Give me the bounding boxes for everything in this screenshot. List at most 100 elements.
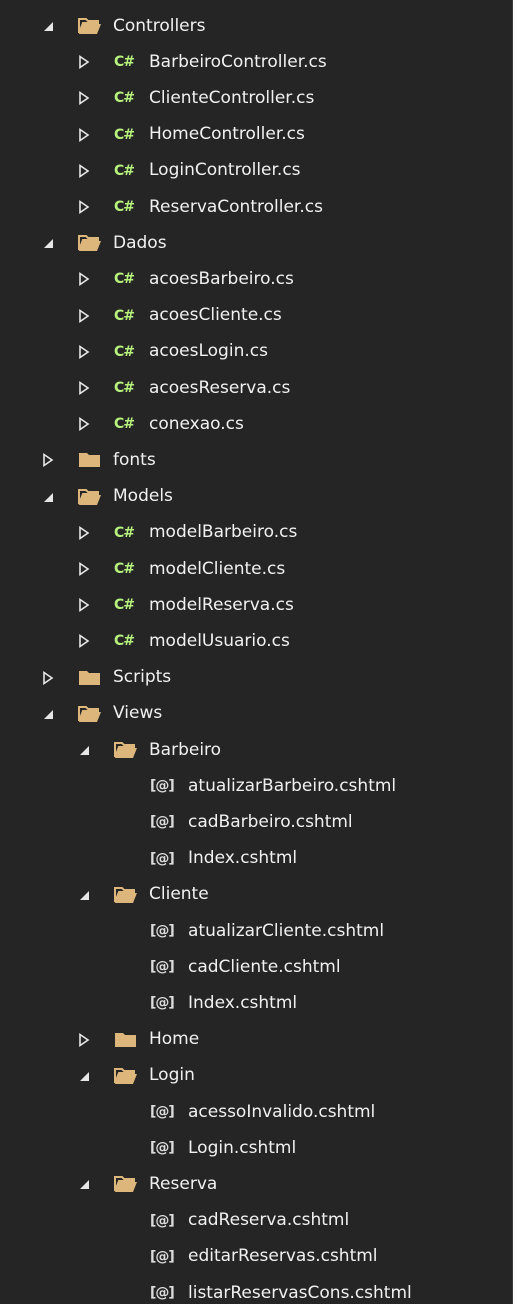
tree-item-cadreserva-cshtml[interactable]: [@] cadReserva.cshtml (0, 1203, 519, 1239)
tree-item-label: ClienteController.cs (149, 87, 315, 108)
expanded-triangle-icon[interactable] (76, 1176, 92, 1192)
collapsed-triangle-icon[interactable] (76, 271, 92, 287)
tree-item-login-cshtml[interactable]: [@] Login.cshtml (0, 1130, 519, 1166)
tree-item-acessoinvalido-cshtml[interactable]: [@] acessoInvalido.cshtml (0, 1094, 519, 1130)
collapsed-triangle-icon[interactable] (76, 127, 92, 143)
collapsed-triangle-icon[interactable] (76, 163, 92, 179)
tree-item-label: Cliente (149, 884, 209, 905)
collapsed-triangle-icon[interactable] (76, 344, 92, 360)
expanded-triangle-icon[interactable] (40, 489, 56, 505)
razor-file-icon: [@] (150, 1285, 175, 1301)
csharp-file-icon: C# (114, 343, 135, 360)
tree-item-cadbarbeiro-cshtml[interactable]: [@] cadBarbeiro.cshtml (0, 804, 519, 840)
tree-item-acoeslogin-cs[interactable]: C# acoesLogin.cs (0, 334, 519, 370)
tree-item-label: Login (149, 1065, 195, 1086)
tree-item-acoesbarbeiro-cs[interactable]: C# acoesBarbeiro.cs (0, 261, 519, 297)
expanded-triangle-icon[interactable] (40, 706, 56, 722)
tree-item-conexao-cs[interactable]: C# conexao.cs (0, 406, 519, 442)
tree-item-atualizarbarbeiro-cshtml[interactable]: [@] atualizarBarbeiro.cshtml (0, 768, 519, 804)
tree-item-controllers[interactable]: Controllers (0, 8, 519, 44)
folder-open-icon (114, 1067, 138, 1085)
razor-file-icon: [@] (150, 1248, 175, 1265)
tree-item-acoescliente-cs[interactable]: C# acoesCliente.cs (0, 298, 519, 334)
tree-item-modelreserva-cs[interactable]: C# modelReserva.cs (0, 587, 519, 623)
tree-item-label: modelBarbeiro.cs (149, 522, 298, 543)
tree-item-label: modelReserva.cs (149, 594, 294, 615)
tree-item-models[interactable]: Models (0, 479, 519, 515)
tree-item-index-cshtml[interactable]: [@] Index.cshtml (0, 841, 519, 877)
tree-item-modelcliente-cs[interactable]: C# modelCliente.cs (0, 551, 519, 587)
tree-item-cliente[interactable]: Cliente (0, 877, 519, 913)
folder-open-icon (78, 488, 102, 506)
razor-file-icon: [@] (150, 850, 175, 867)
collapsed-triangle-icon[interactable] (76, 90, 92, 106)
tree-item-home[interactable]: Home (0, 1022, 519, 1058)
tree-item-reserva[interactable]: Reserva (0, 1166, 519, 1202)
tree-item-clientecontroller-cs[interactable]: C# ClienteController.cs (0, 80, 519, 116)
tree-item-reservacontroller-cs[interactable]: C# ReservaController.cs (0, 189, 519, 225)
collapsed-triangle-icon[interactable] (76, 1032, 92, 1048)
tree-item-label: acoesCliente.cs (149, 305, 282, 326)
tree-item-label: acoesReserva.cs (149, 377, 291, 398)
csharp-file-icon: C# (114, 54, 135, 71)
tree-item-dados[interactable]: Dados (0, 225, 519, 261)
collapsed-triangle-icon[interactable] (76, 199, 92, 215)
tree-item-label: acoesBarbeiro.cs (149, 268, 294, 289)
tree-item-label: Models (113, 486, 173, 507)
tree-item-logincontroller-cs[interactable]: C# LoginController.cs (0, 153, 519, 189)
collapsed-triangle-icon[interactable] (76, 54, 92, 70)
tree-item-fonts[interactable]: fonts (0, 442, 519, 478)
collapsed-triangle-icon[interactable] (76, 633, 92, 649)
expanded-triangle-icon[interactable] (76, 1068, 92, 1084)
csharp-file-icon: C# (114, 380, 135, 396)
tree-item-cadcliente-cshtml[interactable]: [@] cadCliente.cshtml (0, 949, 519, 985)
collapsed-triangle-icon[interactable] (76, 380, 92, 396)
tree-item-label: Home (149, 1029, 200, 1050)
tree-item-listarreservascons-cshtml[interactable]: [@] listarReservasCons.cshtml (0, 1275, 519, 1311)
tree-item-barbeirocontroller-cs[interactable]: C# BarbeiroController.cs (0, 44, 519, 80)
tree-item-editarreservas-cshtml[interactable]: [@] editarReservas.cshtml (0, 1239, 519, 1275)
tree-item-index-cshtml[interactable]: [@] Index.cshtml (0, 985, 519, 1021)
folder-open-icon (78, 234, 102, 252)
folder-open-icon (78, 17, 102, 35)
expanded-triangle-icon[interactable] (40, 18, 56, 34)
csharp-file-icon: C# (114, 524, 135, 541)
tree-item-views[interactable]: Views (0, 696, 519, 732)
folder-open-icon (114, 1175, 138, 1193)
tree-item-label: cadReserva.cshtml (188, 1210, 350, 1231)
razor-file-icon: [@] (150, 1104, 175, 1120)
tree-item-label: Reserva (149, 1173, 218, 1194)
collapsed-triangle-icon[interactable] (76, 416, 92, 432)
tree-item-homecontroller-cs[interactable]: C# HomeController.cs (0, 117, 519, 153)
csharp-file-icon: C# (114, 90, 135, 107)
solution-explorer-tree: Controllers C# BarbeiroController.cs C# Clie… (0, 0, 513, 1304)
razor-file-icon: [@] (150, 995, 175, 1012)
collapsed-triangle-icon[interactable] (40, 452, 56, 468)
tree-item-acoesreserva-cs[interactable]: C# acoesReserva.cs (0, 370, 519, 406)
collapsed-triangle-icon[interactable] (76, 308, 92, 324)
tree-item-login[interactable]: Login (0, 1058, 519, 1094)
collapsed-triangle-icon[interactable] (40, 670, 56, 686)
tree-item-modelusuario-cs[interactable]: C# modelUsuario.cs (0, 623, 519, 659)
tree-item-atualizarcliente-cshtml[interactable]: [@] atualizarCliente.cshtml (0, 913, 519, 949)
tree-item-label: atualizarCliente.cshtml (188, 920, 385, 941)
csharp-file-icon: C# (114, 597, 135, 614)
collapsed-triangle-icon[interactable] (76, 597, 92, 613)
csharp-file-icon: C# (114, 199, 135, 215)
tree-item-label: HomeController.cs (149, 124, 305, 145)
tree-item-modelbarbeiro-cs[interactable]: C# modelBarbeiro.cs (0, 515, 519, 551)
folder-open-icon (114, 886, 138, 904)
tree-item-label: Barbeiro (149, 739, 222, 760)
csharp-file-icon: C# (114, 126, 135, 143)
collapsed-triangle-icon[interactable] (76, 561, 92, 577)
razor-file-icon: [@] (150, 1212, 175, 1229)
tree-item-label: Controllers (113, 15, 206, 36)
expanded-triangle-icon[interactable] (76, 742, 92, 758)
expanded-triangle-icon[interactable] (40, 235, 56, 251)
expanded-triangle-icon[interactable] (76, 887, 92, 903)
tree-item-scripts[interactable]: Scripts (0, 660, 519, 696)
tree-item-barbeiro[interactable]: Barbeiro (0, 732, 519, 768)
csharp-file-icon: C# (114, 633, 135, 650)
tree-item-label: BarbeiroController.cs (149, 51, 327, 72)
collapsed-triangle-icon[interactable] (76, 525, 92, 541)
